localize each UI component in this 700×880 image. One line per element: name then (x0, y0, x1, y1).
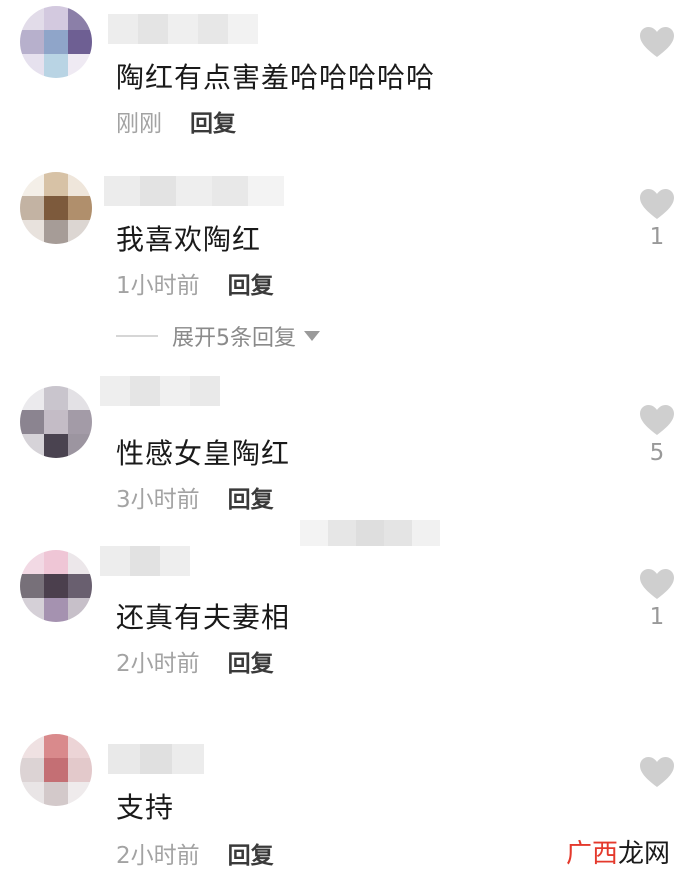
blurred-region (300, 520, 440, 546)
avatar-pixel (20, 386, 44, 410)
avatar-pixel (68, 220, 92, 244)
avatar-pixel (20, 782, 44, 806)
comment-time: 3小时前 (116, 487, 200, 513)
like-count: 5 (649, 440, 665, 466)
comment-text: 陶红有点害羞哈哈哈哈哈 (116, 61, 436, 94)
like-count (638, 792, 676, 818)
heart-icon (640, 189, 674, 219)
comment-meta: 刚刚 回复 (116, 104, 236, 138)
comment-time: 2小时前 (116, 651, 200, 677)
avatar-pixel (20, 220, 44, 244)
heart-icon (640, 27, 674, 57)
username-blurred[interactable] (108, 744, 204, 774)
avatar-pixel (20, 550, 44, 574)
comment-text: 我喜欢陶红 (116, 223, 262, 256)
comment-meta: 2小时前 回复 (116, 644, 274, 678)
avatar-pixel (44, 386, 68, 410)
like-button[interactable]: 5 (638, 404, 676, 466)
avatar-pixel (44, 758, 68, 782)
avatar-pixel (68, 386, 92, 410)
avatar-pixel (68, 410, 92, 434)
comment-time: 2小时前 (116, 843, 200, 869)
comment-meta: 3小时前 回复 (116, 480, 274, 514)
heart-icon (640, 405, 674, 435)
avatar-pixel (44, 220, 68, 244)
like-button[interactable] (638, 26, 676, 88)
heart-icon (640, 757, 674, 787)
comment-text: 支持 (116, 791, 175, 824)
expand-replies-label: 展开5条回复 (172, 326, 296, 351)
avatar-pixel (68, 196, 92, 220)
avatar-pixel (20, 598, 44, 622)
divider-line (116, 335, 158, 337)
comment-time: 1小时前 (116, 273, 200, 299)
reply-button[interactable]: 回复 (228, 843, 274, 869)
watermark-red-text: 广西 (565, 839, 618, 869)
username-blurred[interactable] (104, 176, 284, 206)
like-button[interactable]: 1 (638, 568, 676, 630)
avatar-pixel (20, 574, 44, 598)
like-button[interactable] (638, 756, 676, 818)
avatar[interactable] (20, 734, 92, 806)
avatar-pixel (68, 6, 92, 30)
avatar-pixel (68, 172, 92, 196)
avatar-pixel (68, 54, 92, 78)
avatar[interactable] (20, 172, 92, 244)
reply-button[interactable]: 回复 (190, 111, 236, 137)
username-blurred[interactable] (100, 376, 220, 406)
heart-icon (640, 569, 674, 599)
like-button[interactable]: 1 (638, 188, 676, 250)
reply-button[interactable]: 回复 (228, 487, 274, 513)
reply-button[interactable]: 回复 (228, 651, 274, 677)
reply-button[interactable]: 回复 (228, 273, 274, 299)
watermark-logo: 广西龙网 (566, 833, 670, 870)
avatar-pixel (68, 734, 92, 758)
username-blurred[interactable] (100, 546, 190, 576)
avatar-pixel (20, 30, 44, 54)
comment-text: 性感女皇陶红 (116, 437, 291, 470)
avatar-pixel (68, 550, 92, 574)
avatar-pixel (44, 30, 68, 54)
avatar-pixel (68, 758, 92, 782)
avatar-pixel (44, 782, 68, 806)
caret-down-icon (304, 331, 320, 341)
username-blurred[interactable] (108, 14, 258, 44)
avatar[interactable] (20, 386, 92, 458)
avatar-pixel (20, 54, 44, 78)
avatar[interactable] (20, 6, 92, 78)
avatar-pixel (68, 782, 92, 806)
avatar-pixel (68, 434, 92, 458)
like-count: 1 (649, 224, 665, 250)
avatar-pixel (20, 758, 44, 782)
avatar[interactable] (20, 550, 92, 622)
avatar-pixel (20, 172, 44, 196)
avatar-pixel (20, 410, 44, 434)
comment-meta: 2小时前 回复 (116, 836, 274, 870)
comment-text: 还真有夫妻相 (116, 601, 291, 634)
avatar-pixel (20, 196, 44, 220)
watermark-black-text: 龙网 (617, 839, 670, 869)
avatar-pixel (44, 54, 68, 78)
avatar-pixel (44, 574, 68, 598)
avatar-pixel (20, 734, 44, 758)
avatar-pixel (44, 172, 68, 196)
like-count (638, 62, 676, 88)
avatar-pixel (44, 196, 68, 220)
avatar-pixel (20, 6, 44, 30)
comment-time: 刚刚 (116, 111, 162, 137)
avatar-pixel (44, 598, 68, 622)
avatar-pixel (68, 574, 92, 598)
like-count: 1 (649, 604, 665, 630)
avatar-pixel (20, 434, 44, 458)
avatar-pixel (68, 30, 92, 54)
avatar-pixel (44, 410, 68, 434)
expand-replies-button[interactable]: 展开5条回复 (116, 320, 320, 352)
avatar-pixel (44, 6, 68, 30)
comment-meta: 1小时前 回复 (116, 266, 274, 300)
avatar-pixel (68, 598, 92, 622)
avatar-pixel (44, 734, 68, 758)
avatar-pixel (44, 434, 68, 458)
avatar-pixel (44, 550, 68, 574)
